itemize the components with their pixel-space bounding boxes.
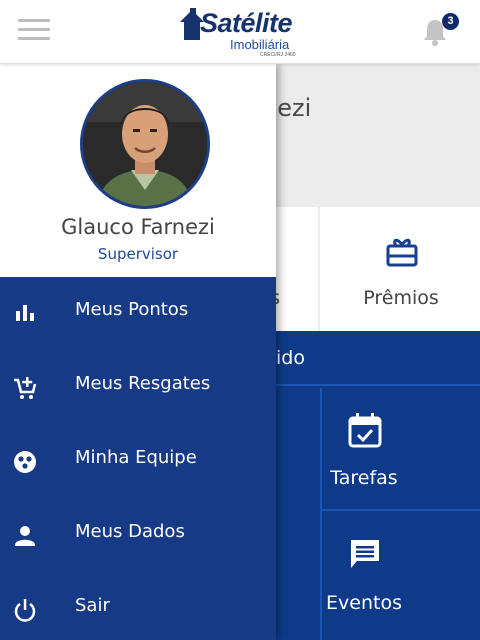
team-circle-icon [12,449,38,475]
drawer-item-label: Minha Equipe [75,447,197,468]
message-icon [348,537,382,575]
drawer-item-label: Meus Resgates [75,373,211,394]
drawer-item-meus-dados[interactable]: Meus Dados [0,499,276,573]
dashboard-tile-premios-label: Prêmios [363,287,439,309]
logo-brand-name: Satélite [200,8,293,38]
app-screen: Satélite Imobiliária CRECI/RJ 2460 3 nez… [0,0,480,640]
dashboard-tile-premios[interactable]: Prêmios [322,207,480,331]
person-icon [12,523,38,549]
power-icon [12,597,38,623]
logo-creci-text: CRECI/RJ 2460 [260,52,296,58]
drawer-item-label: Meus Dados [75,521,185,542]
navigation-drawer: Glauco Farnezi Supervisor Meus Pontos Me… [0,64,276,640]
dashboard-cell-eventos-label: Eventos [326,592,402,614]
dashboard-cell-tarefas-label: Tarefas [330,467,398,489]
top-app-bar: Satélite Imobiliária CRECI/RJ 2460 3 [0,0,480,64]
dashboard-strip-text: ido [276,347,305,369]
user-name: Glauco Farnezi [61,215,215,239]
drawer-item-sair[interactable]: Sair [0,573,276,640]
gift-card-icon [386,237,418,271]
calendar-check-icon [348,412,382,452]
user-avatar[interactable] [80,79,210,209]
bar-chart-icon [12,301,38,327]
satelite-logo: Satélite Imobiliária CRECI/RJ 2460 [178,6,302,60]
user-role: Supervisor [97,245,179,263]
cart-plus-icon [12,375,38,401]
dashboard-cell-tarefas[interactable]: Tarefas [322,388,480,511]
notifications-count-badge: 3 [442,13,459,30]
menu-hamburger-icon[interactable] [18,19,50,45]
drawer-item-meus-resgates[interactable]: Meus Resgates [0,351,276,425]
dashboard-cell-eventos[interactable]: Eventos [322,513,480,636]
drawer-item-label: Sair [75,595,110,616]
drawer-item-minha-equipe[interactable]: Minha Equipe [0,425,276,499]
drawer-profile-header: Glauco Farnezi Supervisor [0,64,276,277]
logo-brand-subtitle: Imobiliária [230,37,290,52]
drawer-item-label: Meus Pontos [75,299,189,320]
drawer-item-meus-pontos[interactable]: Meus Pontos [0,277,276,351]
